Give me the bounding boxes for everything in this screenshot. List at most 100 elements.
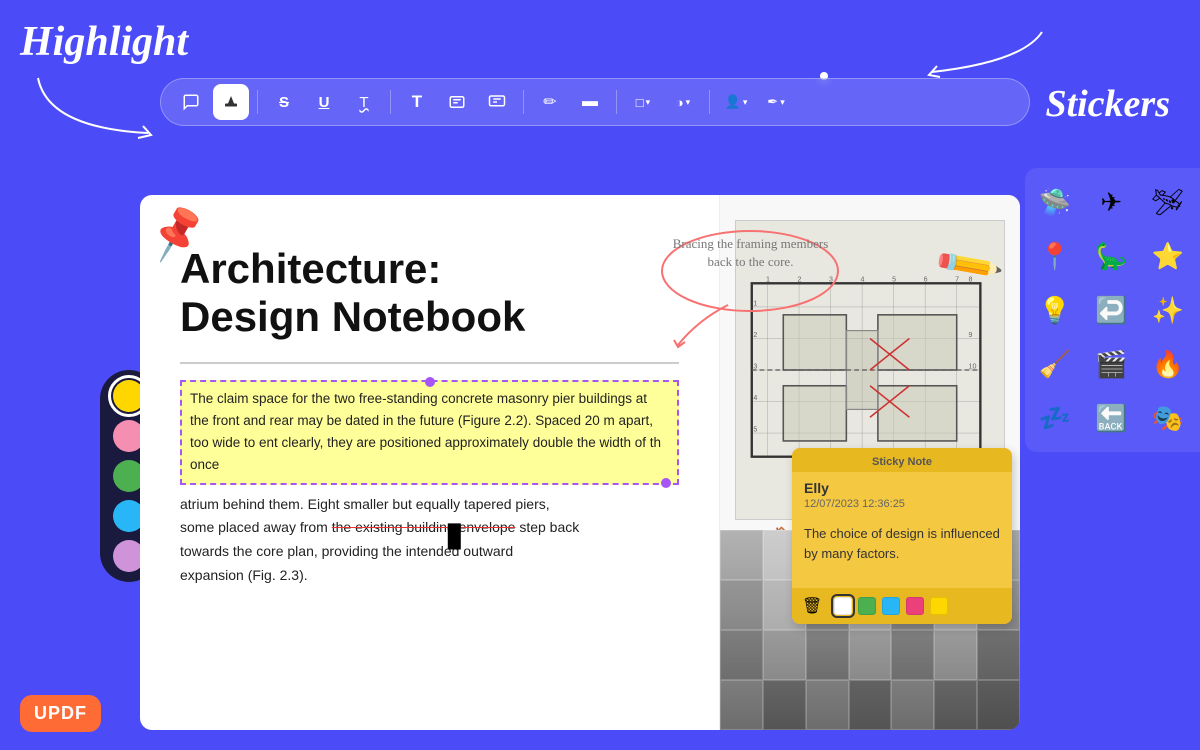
window-cell <box>763 630 806 680</box>
window-cell <box>720 680 763 730</box>
pen-dropdown-icon: ▾ <box>780 97 785 108</box>
toolbar-pencil-btn[interactable]: ✏ <box>532 84 568 120</box>
speech-bubble-text: Bracing the framing members back to the … <box>670 235 831 271</box>
updf-logo: UPDF <box>20 695 101 732</box>
highlighted-text: The claim space for the two free-standin… <box>190 388 669 477</box>
doc-body-text: atrium behind them. Eight smaller but eq… <box>180 493 679 588</box>
arrow-left-decoration <box>28 68 168 148</box>
window-cell <box>849 630 892 680</box>
toolbar-ruler-btn[interactable]: ▬ <box>572 84 608 120</box>
callout-icon <box>488 93 506 111</box>
toolbar-strikethrough-btn[interactable]: S <box>266 84 302 120</box>
sticker-clapboard[interactable]: 🎬 <box>1089 342 1133 386</box>
toolbar-squiggly-btn[interactable]: T <box>346 84 382 120</box>
stickers-label: Stickers <box>1045 82 1170 126</box>
sticker-star[interactable]: ⭐ <box>1146 234 1190 278</box>
sticky-note-author: Elly <box>792 472 1012 498</box>
toolbar-divider-3 <box>523 90 524 114</box>
sticky-color-pink[interactable] <box>906 597 924 615</box>
highlight-label: Highlight <box>20 18 188 66</box>
speech-bubble-tail <box>668 300 738 350</box>
toolbar-divider-1 <box>257 90 258 114</box>
sticky-note-delete-btn[interactable]: 🗑 <box>802 596 822 616</box>
window-cell <box>720 630 763 680</box>
sticker-zzz[interactable]: 💤 <box>1033 396 1077 440</box>
window-cell <box>977 630 1020 680</box>
svg-text:2: 2 <box>753 331 757 339</box>
svg-text:6: 6 <box>924 276 928 284</box>
window-cell <box>806 680 849 730</box>
svg-text:5: 5 <box>892 276 896 284</box>
highlight-handle-top <box>425 377 435 387</box>
eraser-dropdown-icon: ▾ <box>686 97 691 108</box>
sticky-color-green[interactable] <box>858 597 876 615</box>
sticky-note-body[interactable]: The choice of design is influenced by ma… <box>792 518 1012 588</box>
highlight-icon <box>222 93 240 111</box>
toolbar-comment-btn[interactable] <box>173 84 209 120</box>
sticker-paper-plane-3[interactable]: 🛩 <box>1146 180 1190 224</box>
document-left-panel: 📌 Architecture: Design Notebook The clai… <box>140 195 720 730</box>
window-cell <box>763 680 806 730</box>
window-cell <box>977 680 1020 730</box>
sticker-dino[interactable]: 🦕 <box>1089 234 1133 278</box>
window-cell <box>934 680 977 730</box>
strikethrough-text: the existing building envelope <box>332 519 516 535</box>
toolbar-divider-2 <box>390 90 391 114</box>
sticker-arrow-back[interactable]: ↩️ <box>1089 288 1133 332</box>
comment-icon <box>182 93 200 111</box>
svg-text:5: 5 <box>753 425 757 433</box>
sticker-pin[interactable]: 📍 <box>1033 234 1077 278</box>
toolbar-textbox-btn[interactable] <box>439 84 475 120</box>
person-icon: 👤 <box>725 94 741 110</box>
document-divider <box>180 362 679 364</box>
svg-text:4: 4 <box>753 394 757 402</box>
window-cell <box>891 630 934 680</box>
svg-text:9: 9 <box>969 331 973 339</box>
person-dropdown-icon: ▾ <box>743 97 748 108</box>
sticker-sparkle[interactable]: ✨ <box>1146 288 1190 332</box>
arrow-right-decoration <box>912 22 1052 82</box>
svg-text:3: 3 <box>753 362 757 370</box>
window-cell <box>934 630 977 680</box>
sticker-flame[interactable]: 🔥 <box>1146 342 1190 386</box>
stickers-panel: 🛸 ✈ 🛩 📍 🦕 ⭐ 💡 ↩️ ✨ 🧹 🎬 🔥 💤 🔙 🎭 <box>1025 168 1200 452</box>
eraser-icon: ◑ <box>676 95 684 110</box>
rectangle-dropdown-icon: ▾ <box>646 97 651 108</box>
sticky-note-header: Sticky Note <box>792 448 1012 472</box>
toolbar-highlight-btn[interactable] <box>213 84 249 120</box>
document-title: Architecture: Design Notebook <box>180 245 679 342</box>
sticker-paper-plane-2[interactable]: ✈ <box>1089 180 1133 224</box>
pen-icon: ✒ <box>767 94 778 110</box>
textbox-icon <box>448 93 466 111</box>
toolbar-pen-btn[interactable]: ✒ ▾ <box>758 84 794 120</box>
toolbar: S U T T ✏ ▬ □ ▾ ◑ ▾ 👤 ▾ ✒ ▾ <box>160 78 1030 126</box>
rectangle-icon: □ <box>636 95 644 110</box>
sticker-back[interactable]: 🔙 <box>1089 396 1133 440</box>
window-cell <box>720 580 763 630</box>
sticky-color-white[interactable] <box>834 597 852 615</box>
sticker-bulb[interactable]: 💡 <box>1033 288 1077 332</box>
toolbar-eraser-btn[interactable]: ◑ ▾ <box>665 84 701 120</box>
highlight-handle-bottom <box>661 478 671 488</box>
sticky-note-footer: 🗑 <box>792 588 1012 624</box>
toolbar-rectangle-btn[interactable]: □ ▾ <box>625 84 661 120</box>
window-cell <box>891 680 934 730</box>
window-cell <box>849 680 892 730</box>
svg-text:4: 4 <box>861 276 865 284</box>
toolbar-callout-btn[interactable] <box>479 84 515 120</box>
toolbar-divider-5 <box>709 90 710 114</box>
toolbar-person-btn[interactable]: 👤 ▾ <box>718 84 754 120</box>
sticker-paper-plane-1[interactable]: 🛸 <box>1033 180 1077 224</box>
sticky-color-blue[interactable] <box>882 597 900 615</box>
sticker-extra[interactable]: 🎭 <box>1146 396 1190 440</box>
toolbar-divider-4 <box>616 90 617 114</box>
sticky-color-yellow[interactable] <box>930 597 948 615</box>
sticky-note-date: 12/07/2023 12:36:25 <box>792 498 1012 518</box>
highlighted-block: The claim space for the two free-standin… <box>180 380 679 485</box>
toolbar-underline-btn[interactable]: U <box>306 84 342 120</box>
window-cell <box>720 530 763 580</box>
window-cell <box>806 630 849 680</box>
svg-text:10: 10 <box>969 362 977 370</box>
toolbar-text-btn[interactable]: T <box>399 84 435 120</box>
sticker-eraser-item[interactable]: 🧹 <box>1033 342 1077 386</box>
